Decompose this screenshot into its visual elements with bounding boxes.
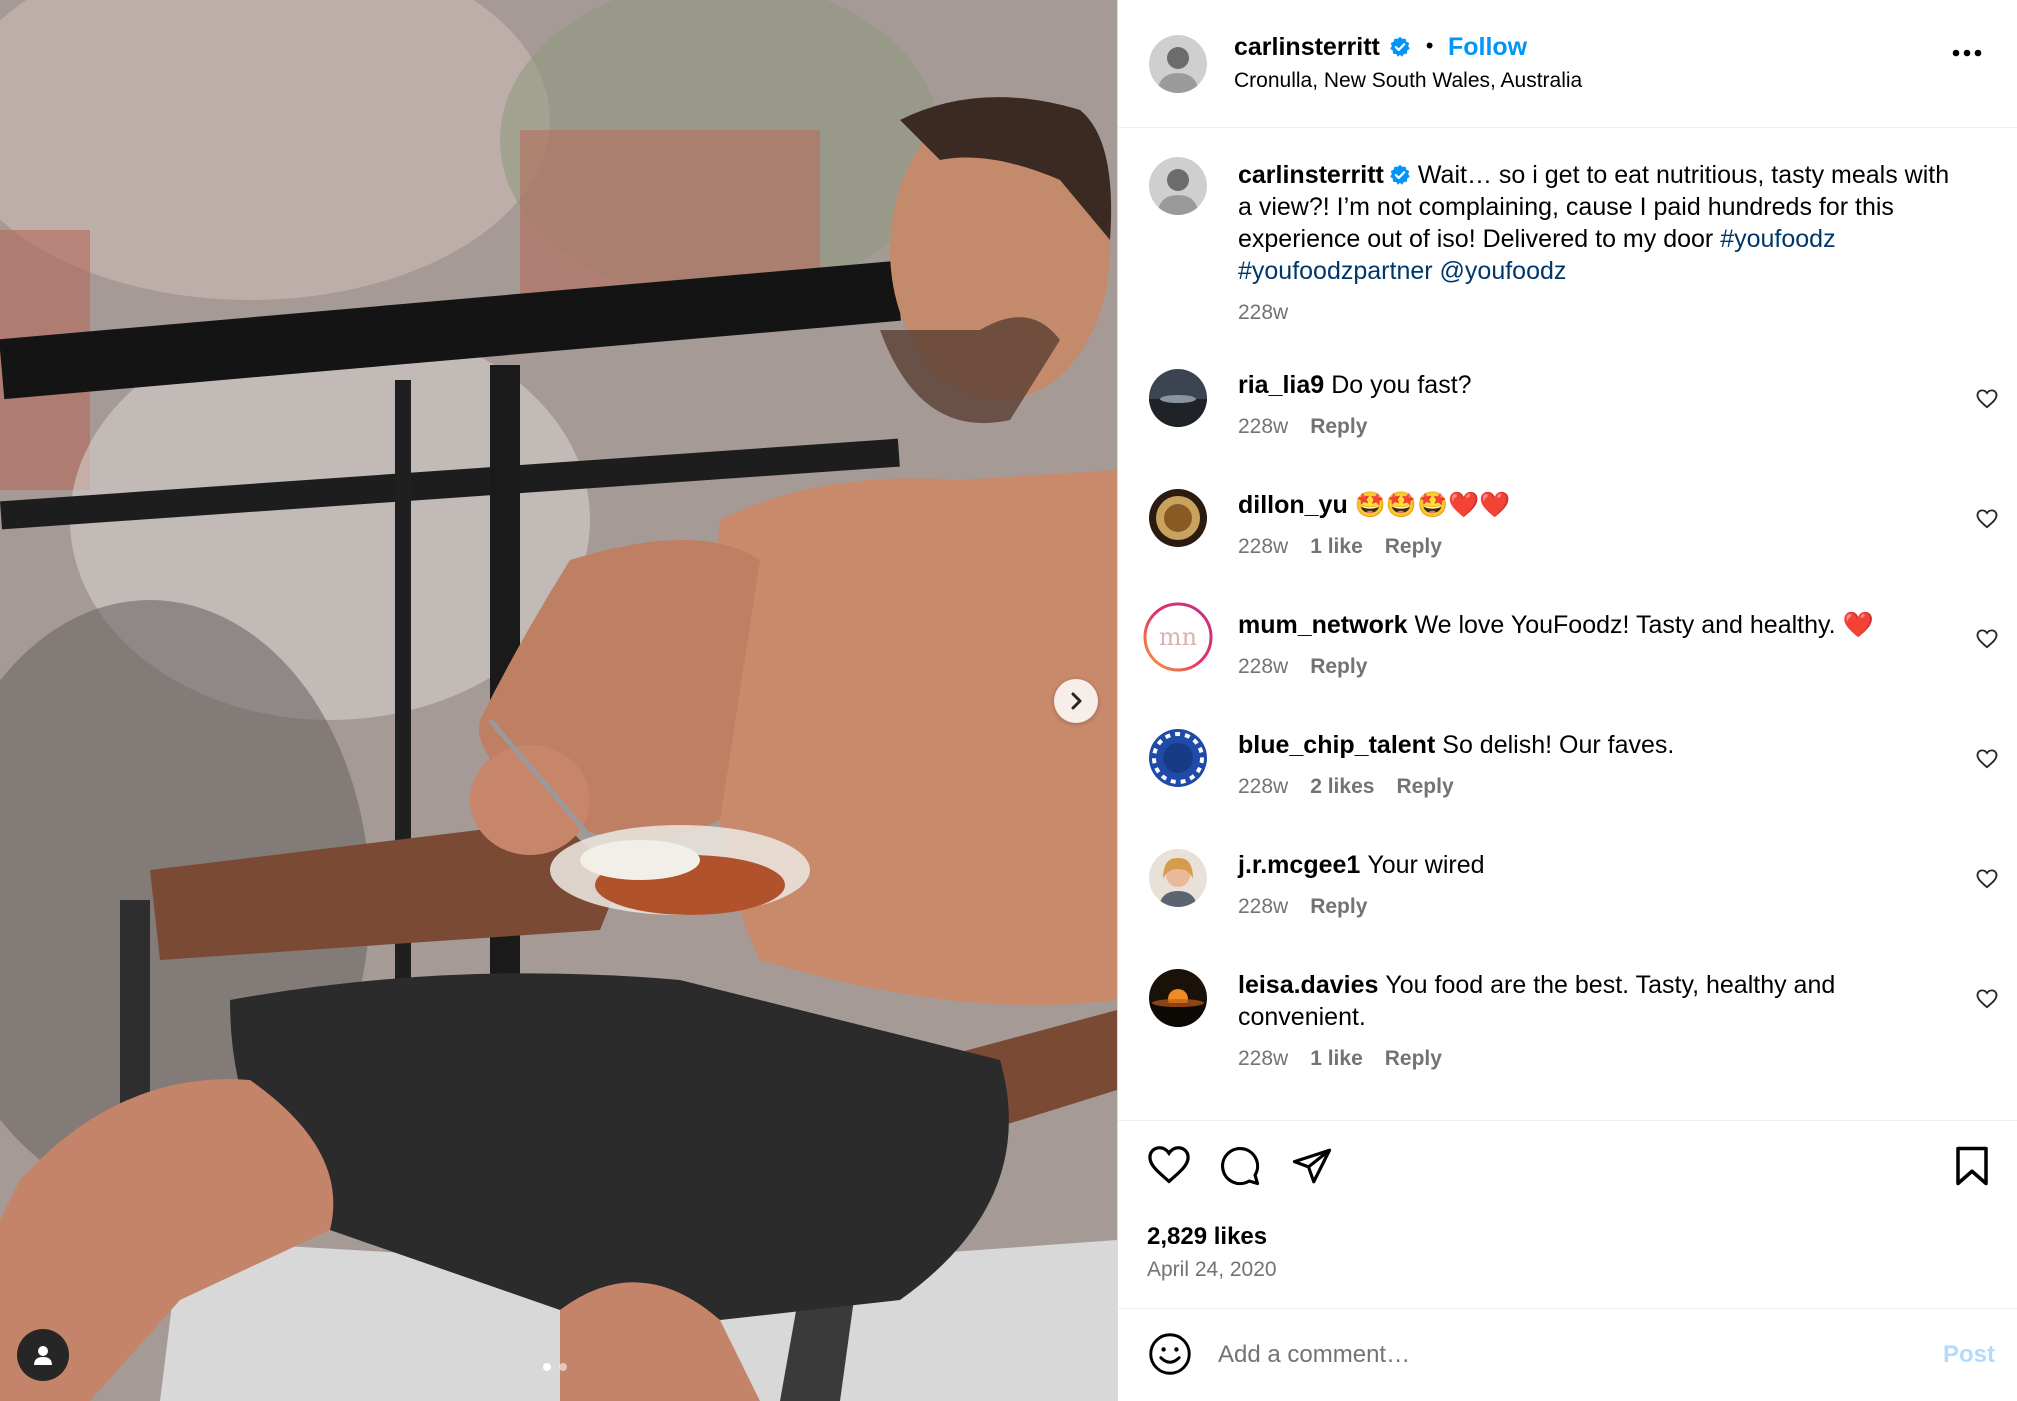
carousel-dot	[559, 1363, 567, 1371]
comment-body: 🤩🤩🤩❤️❤️	[1354, 491, 1511, 519]
comment-age[interactable]: 228w	[1238, 535, 1288, 559]
comment-text: j.r.mcgee1 Your wired	[1238, 849, 1958, 881]
comment-age[interactable]: 228w	[1238, 775, 1288, 799]
commenter-avatar[interactable]	[1149, 969, 1207, 1027]
reply-button[interactable]: Reply	[1310, 895, 1367, 919]
reply-button[interactable]: Reply	[1310, 415, 1367, 439]
like-comment-heart-icon[interactable]	[1976, 629, 1998, 649]
reply-button[interactable]: Reply	[1385, 535, 1442, 559]
comment-body: So delish! Our faves.	[1442, 731, 1675, 759]
caption-age[interactable]: 228w	[1238, 301, 1288, 325]
comment-age[interactable]: 228w	[1238, 1047, 1288, 1071]
mention-link[interactable]: @youfoodz	[1440, 257, 1567, 285]
chevron-right-icon	[1071, 692, 1082, 710]
comment-username[interactable]: dillon_yu	[1238, 491, 1348, 519]
post-header: carlinsterritt • Follow Cronulla, New So…	[1118, 0, 2017, 128]
comment-username[interactable]: j.r.mcgee1	[1238, 851, 1360, 879]
comment-likes[interactable]: 1 like	[1310, 1047, 1363, 1071]
comment-likes[interactable]: 1 like	[1310, 535, 1363, 559]
post-photo	[0, 0, 1117, 1401]
comment-meta: 228w 2 likes Reply	[1238, 775, 1454, 799]
comment-meta: 228w 1 like Reply	[1238, 535, 1442, 559]
caption-meta: 228w	[1238, 301, 1288, 325]
comment-age[interactable]: 228w	[1238, 655, 1288, 679]
reply-button[interactable]: Reply	[1385, 1047, 1442, 1071]
tagged-users-button[interactable]	[17, 1329, 69, 1381]
svg-text:mn: mn	[1159, 623, 1197, 651]
post-actions: 2,829 likes April 24, 2020	[1118, 1120, 2017, 1310]
comment-icon[interactable]	[1219, 1145, 1261, 1187]
like-comment-heart-icon[interactable]	[1976, 389, 1998, 409]
comment-username[interactable]: leisa.davies	[1238, 971, 1378, 999]
comment-text: dillon_yu 🤩🤩🤩❤️❤️	[1238, 489, 1958, 521]
like-comment-heart-icon[interactable]	[1976, 869, 1998, 889]
comment-text: mum_network We love YouFoodz! Tasty and h…	[1238, 609, 1958, 641]
comment-username[interactable]: ria_lia9	[1238, 371, 1324, 399]
reply-button[interactable]: Reply	[1396, 775, 1453, 799]
like-comment-heart-icon[interactable]	[1976, 749, 1998, 769]
like-comment-heart-icon[interactable]	[1976, 509, 1998, 529]
hashtag-link[interactable]: #youfoodzpartner	[1238, 257, 1433, 285]
like-comment-heart-icon[interactable]	[1976, 989, 1998, 1009]
caption-text: carlinsterritt Wait… so i get to eat nut…	[1238, 159, 1958, 287]
author-username[interactable]: carlinsterritt	[1234, 33, 1380, 61]
comment-text: ria_lia9 Do you fast?	[1238, 369, 1958, 401]
comment-body: We love YouFoodz! Tasty and healthy. ❤️	[1414, 611, 1874, 639]
emoji-icon[interactable]	[1148, 1332, 1192, 1376]
verified-badge-icon	[1390, 36, 1411, 57]
author-avatar[interactable]	[1149, 35, 1207, 93]
author-avatar[interactable]	[1149, 157, 1207, 215]
comment-meta: 228w Reply	[1238, 415, 1367, 439]
caption-username[interactable]: carlinsterritt	[1238, 161, 1384, 189]
post-comment-button[interactable]: Post	[1943, 1341, 1995, 1369]
share-icon[interactable]	[1291, 1145, 1333, 1187]
comment-username[interactable]: mum_network	[1238, 611, 1407, 639]
comment-username[interactable]: blue_chip_talent	[1238, 731, 1435, 759]
verified-badge-icon	[1390, 164, 1410, 185]
heart-icon[interactable]	[1147, 1145, 1191, 1185]
commenter-avatar[interactable]	[1149, 729, 1207, 787]
post-details-panel: carlinsterritt • Follow Cronulla, New So…	[1117, 0, 2017, 1401]
comment-meta: 228w Reply	[1238, 655, 1367, 679]
comment-age[interactable]: 228w	[1238, 415, 1288, 439]
comment-age[interactable]: 228w	[1238, 895, 1288, 919]
next-photo-button[interactable]	[1054, 679, 1098, 723]
carousel-indicator	[543, 1363, 567, 1371]
user-tag-icon	[34, 1346, 52, 1365]
bookmark-icon[interactable]	[1953, 1145, 1991, 1187]
reply-button[interactable]: Reply	[1310, 655, 1367, 679]
commenter-avatar[interactable]	[1149, 849, 1207, 907]
comment-text: blue_chip_talent So delish! Our faves.	[1238, 729, 1958, 761]
add-comment-bar: Post	[1118, 1308, 2017, 1401]
comment-input[interactable]	[1218, 1331, 1878, 1379]
likes-count[interactable]: 2,829 likes	[1147, 1223, 1267, 1251]
post-date[interactable]: April 24, 2020	[1147, 1258, 1277, 1282]
comment-meta: 228w Reply	[1238, 895, 1367, 919]
comment-body: Your wired	[1367, 851, 1485, 879]
comment-body: Do you fast?	[1331, 371, 1472, 399]
commenter-avatar[interactable]	[1149, 369, 1207, 427]
comment-likes[interactable]: 2 likes	[1310, 775, 1374, 799]
hashtag-link[interactable]: #youfoodz	[1720, 225, 1835, 253]
comment-meta: 228w 1 like Reply	[1238, 1047, 1442, 1071]
post-location[interactable]: Cronulla, New South Wales, Australia	[1234, 69, 1582, 93]
commenter-avatar[interactable]: mn	[1143, 602, 1213, 672]
comment-text: leisa.davies You food are the best. Tasty…	[1238, 969, 1958, 1033]
commenter-avatar[interactable]	[1149, 489, 1207, 547]
more-options-icon[interactable]	[1952, 49, 1982, 57]
follow-button[interactable]: Follow	[1448, 33, 1527, 61]
comments-list[interactable]: carlinsterritt Wait… so i get to eat nut…	[1118, 129, 2017, 1119]
separator-dot: •	[1425, 33, 1434, 58]
carousel-dot	[543, 1363, 551, 1371]
post-media[interactable]	[0, 0, 1117, 1401]
